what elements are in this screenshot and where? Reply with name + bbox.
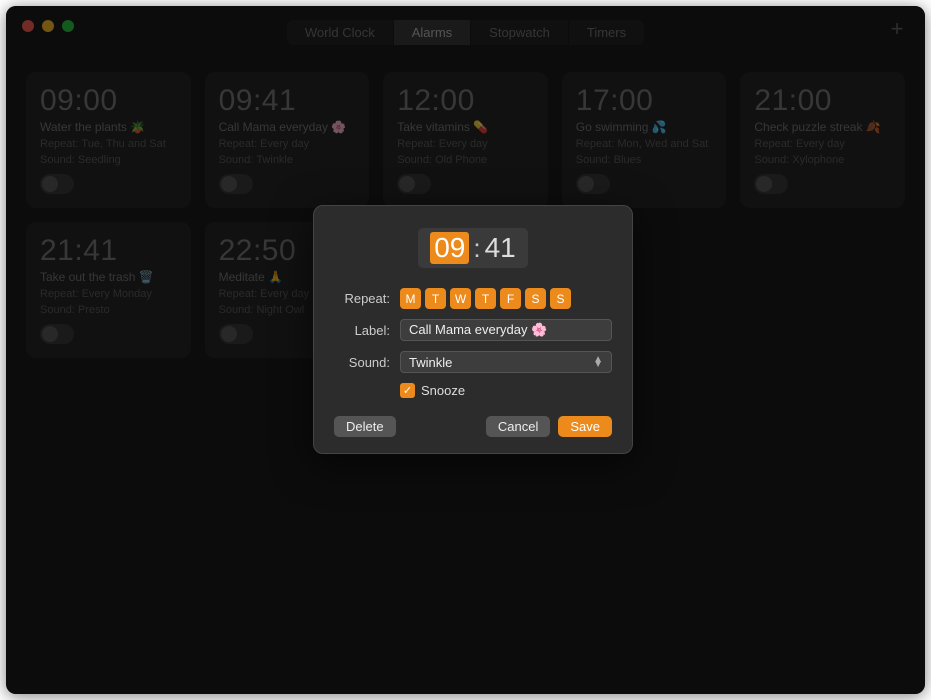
label-label: Label: [334,323,400,338]
repeat-days: M T W T F S S [400,288,571,309]
repeat-label: Repeat: [334,291,400,306]
dialog-buttons: Delete Cancel Save [334,416,612,437]
chevron-updown-icon: ▲▼ [593,357,603,367]
snooze-row: ✓ Snooze [400,383,612,398]
label-row: Label: [334,319,612,341]
time-colon: : [473,233,480,264]
day-mon[interactable]: M [400,288,421,309]
sound-value: Twinkle [409,355,452,370]
sound-row: Sound: Twinkle ▲▼ [334,351,612,373]
snooze-checkbox[interactable]: ✓ [400,383,415,398]
repeat-row: Repeat: M T W T F S S [334,288,612,309]
time-minutes[interactable]: 41 [485,232,516,264]
save-button[interactable]: Save [558,416,612,437]
day-thu[interactable]: T [475,288,496,309]
delete-button[interactable]: Delete [334,416,396,437]
cancel-button[interactable]: Cancel [486,416,550,437]
sound-select[interactable]: Twinkle ▲▼ [400,351,612,373]
day-wed[interactable]: W [450,288,471,309]
edit-alarm-dialog: 09 : 41 Repeat: M T W T F S S Label: Sou… [313,205,633,454]
snooze-label: Snooze [421,383,465,398]
day-fri[interactable]: F [500,288,521,309]
day-sat[interactable]: S [525,288,546,309]
app-window: World Clock Alarms Stopwatch Timers + 09… [6,6,925,694]
time-picker[interactable]: 09 : 41 [418,228,528,268]
sound-label: Sound: [334,355,400,370]
day-tue[interactable]: T [425,288,446,309]
day-sun[interactable]: S [550,288,571,309]
time-hours[interactable]: 09 [430,232,469,264]
label-input[interactable] [400,319,612,341]
